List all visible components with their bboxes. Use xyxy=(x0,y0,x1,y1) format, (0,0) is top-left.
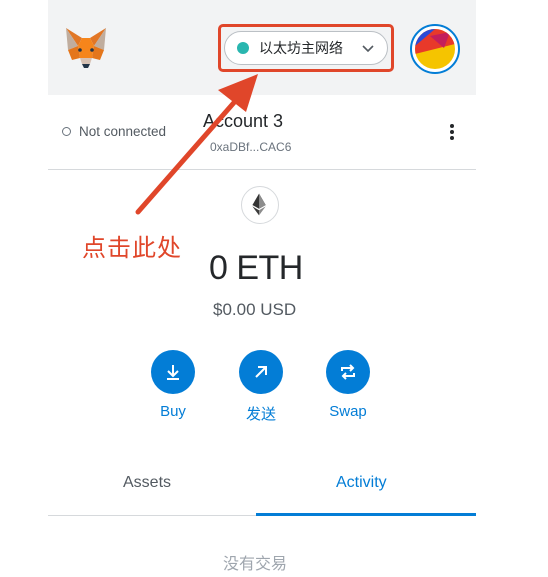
empty-activity-text: 没有交易 xyxy=(223,554,288,573)
ethereum-icon xyxy=(252,193,266,216)
buy-button[interactable]: Buy xyxy=(143,350,203,420)
tab-assets[interactable]: Assets xyxy=(123,474,171,492)
network-status-dot xyxy=(237,42,249,54)
connection-status[interactable]: Not connected xyxy=(62,124,166,139)
metamask-fox-icon[interactable] xyxy=(62,24,110,72)
buy-button-circle[interactable] xyxy=(151,350,195,394)
swap-icon xyxy=(341,364,355,380)
ethereum-icon-container xyxy=(241,186,279,224)
buy-button-label: Buy xyxy=(160,403,186,420)
arrow-up-right-icon xyxy=(255,366,267,378)
account-name[interactable]: Account 3 xyxy=(203,111,283,132)
balance-secondary: $0.00 USD xyxy=(213,300,297,319)
network-label: 以太坊主网络 xyxy=(259,41,343,57)
swap-button-circle[interactable] xyxy=(326,350,370,394)
connection-status-dot xyxy=(62,127,71,136)
balance-primary: 0 ETH xyxy=(209,249,303,287)
network-selector[interactable]: 以太坊主网络 xyxy=(224,31,388,65)
send-button-circle[interactable] xyxy=(239,350,283,394)
send-button[interactable]: 发送 xyxy=(231,350,291,424)
account-address[interactable]: 0xaDBf...CAC6 xyxy=(210,140,291,154)
send-button-label: 发送 xyxy=(245,405,276,423)
kebab-menu-icon[interactable] xyxy=(447,122,457,146)
annotation-callout: 点击此处 xyxy=(82,234,182,262)
tab-activity[interactable]: Activity xyxy=(336,474,387,492)
active-tab-indicator xyxy=(256,513,476,516)
swap-button[interactable]: Swap xyxy=(318,350,378,420)
account-avatar-icon[interactable] xyxy=(410,24,460,74)
connection-status-label: Not connected xyxy=(79,124,167,139)
chevron-down-icon xyxy=(362,45,374,53)
download-icon xyxy=(167,365,179,380)
swap-button-label: Swap xyxy=(329,403,367,420)
